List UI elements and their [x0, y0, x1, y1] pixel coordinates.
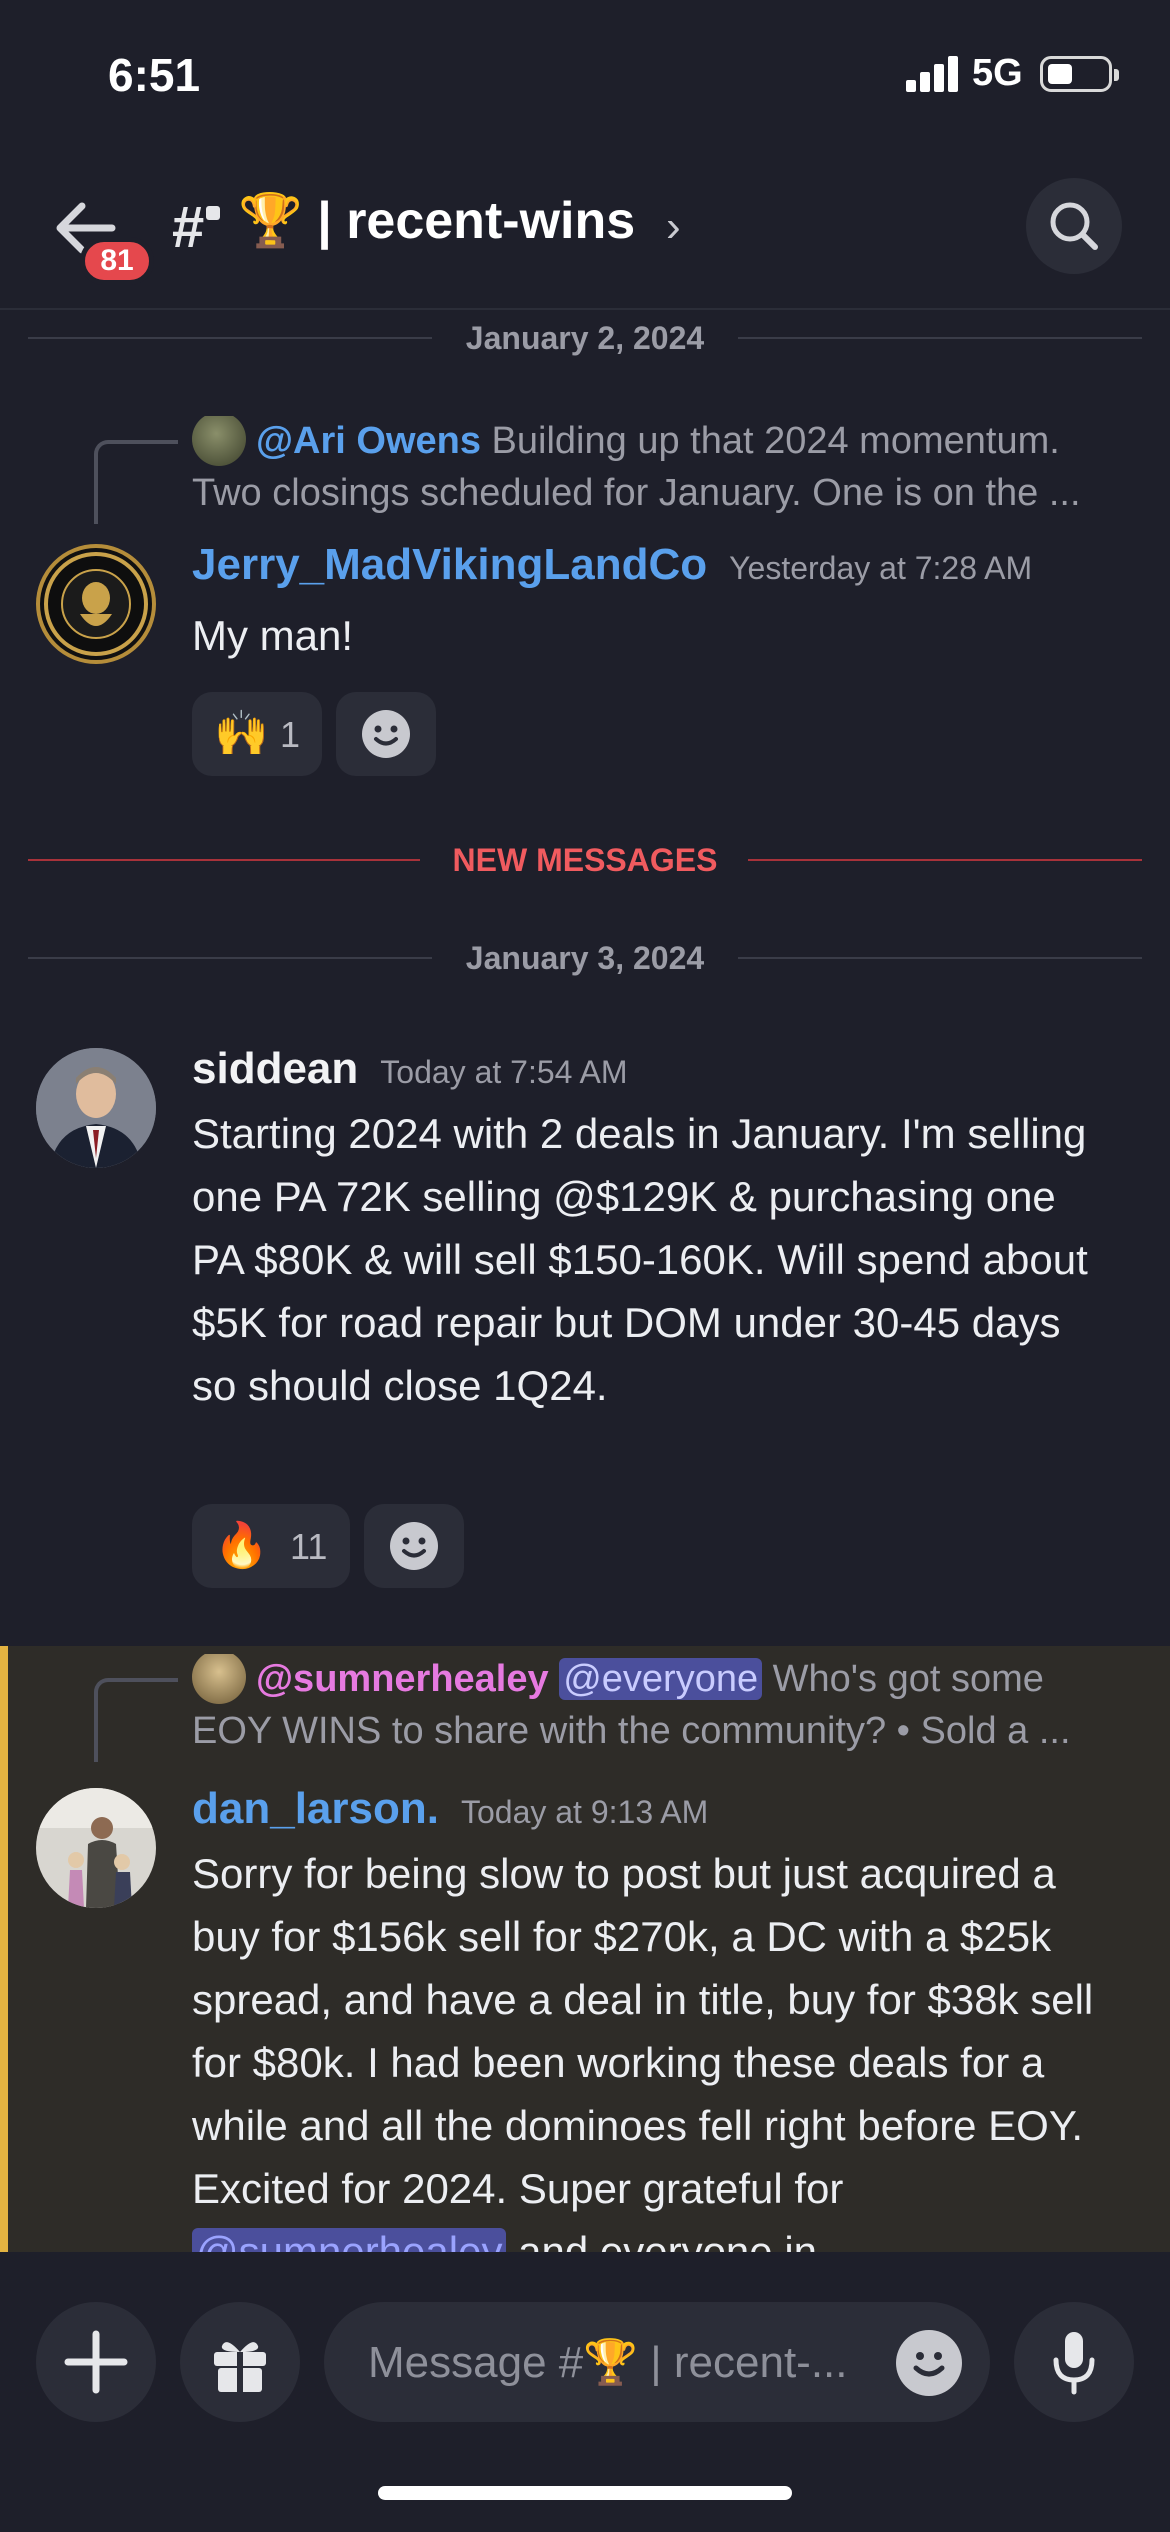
chevron-right-icon[interactable]: › — [666, 202, 681, 252]
emoji-icon — [913, 2352, 945, 2377]
message-body: My man! — [192, 612, 354, 659]
mention-highlight-bar — [0, 1646, 8, 2252]
signal-icon — [906, 56, 960, 92]
add-reaction-button[interactable] — [364, 1504, 464, 1588]
raised-hands-icon: 🙌 — [214, 709, 269, 758]
reaction-count: 1 — [280, 714, 301, 755]
gift-button[interactable] — [180, 2302, 300, 2422]
reply-preview-line2: Two closings scheduled for January. One … — [192, 472, 1081, 514]
reaction-chip[interactable]: 🔥 11 — [192, 1504, 350, 1588]
avatar[interactable] — [36, 544, 156, 664]
message-author-row: dan_larson. Today at 9:13 AM — [192, 1784, 708, 1834]
user-mention[interactable]: @sumnerhealey — [192, 2228, 507, 2252]
reply-avatar — [192, 416, 246, 466]
add-reaction-button[interactable] — [336, 692, 436, 776]
message-body: Sorry for being slow to post but just ac… — [192, 1842, 1112, 2252]
search-button[interactable] — [1026, 178, 1122, 274]
network-label: 5G — [972, 52, 1023, 94]
home-indicator[interactable] — [378, 2486, 792, 2500]
reply-connector — [94, 1678, 178, 1762]
new-messages-divider: NEW MESSAGES — [28, 840, 1142, 880]
message-body: Starting 2024 with 2 deals in January. I… — [192, 1110, 1088, 1409]
voice-message-button[interactable] — [1014, 2302, 1134, 2422]
plus-icon — [64, 2330, 128, 2394]
message-input[interactable]: Message #🏆 | recent-... — [324, 2302, 990, 2422]
message-author-row: Jerry_MadVikingLandCo Yesterday at 7:28 A… — [192, 540, 1032, 590]
timestamp: Today at 7:54 AM — [380, 1054, 628, 1090]
avatar[interactable] — [36, 1788, 156, 1908]
reply-connector — [94, 440, 178, 524]
date-divider: January 3, 2024 — [28, 938, 1142, 978]
status-time: 6:51 — [108, 49, 201, 101]
reaction-count: 11 — [290, 1526, 328, 1567]
reaction-chip[interactable]: 🙌 1 — [192, 692, 322, 776]
avatar[interactable] — [36, 1048, 156, 1168]
channel-title[interactable]: 🏆 | recent-wins — [238, 190, 635, 251]
family-photo-avatar-icon — [36, 1788, 156, 1908]
search-icon — [1050, 202, 1098, 250]
gift-icon — [214, 2342, 266, 2394]
reply-preview[interactable]: @sumnerhealey @everyone Who's got some — [192, 1654, 1122, 1708]
message-placeholder: Message #🏆 | recent-... — [368, 2338, 848, 2387]
emoji-icon — [362, 710, 410, 758]
unread-badge: 81 — [80, 237, 154, 285]
reply-avatar — [192, 1654, 246, 1704]
lock-icon — [206, 206, 220, 220]
emoji-icon — [390, 1522, 438, 1570]
timestamp: Today at 9:13 AM — [460, 1794, 709, 1830]
viking-logo-icon — [44, 552, 148, 656]
add-attachment-button[interactable] — [36, 2302, 156, 2422]
channel-hash-icon: # — [172, 195, 205, 260]
date-divider: January 2, 2024 — [28, 318, 1142, 358]
reply-preview-line2: EOY WINS to share with the community? • … — [192, 1710, 1071, 1752]
status-bar: 6:51 5G — [0, 0, 1170, 150]
fire-icon: 🔥 — [214, 1521, 269, 1570]
username[interactable]: Jerry_MadVikingLandCo — [192, 540, 707, 589]
microphone-icon — [1053, 2332, 1095, 2395]
reply-preview[interactable]: @Ari Owens Building up that 2024 momentu… — [192, 416, 1122, 470]
battery-icon — [1040, 56, 1119, 92]
username[interactable]: siddean — [192, 1044, 358, 1093]
username[interactable]: dan_larson. — [192, 1784, 439, 1833]
message-author-row: siddean Today at 7:54 AM — [192, 1044, 628, 1094]
portrait-avatar-icon — [36, 1048, 156, 1168]
emoji-picker-button[interactable] — [896, 2330, 962, 2396]
timestamp: Yesterday at 7:28 AM — [729, 550, 1033, 586]
channel-header: 81 # 🏆 | recent-wins › — [0, 150, 1170, 310]
